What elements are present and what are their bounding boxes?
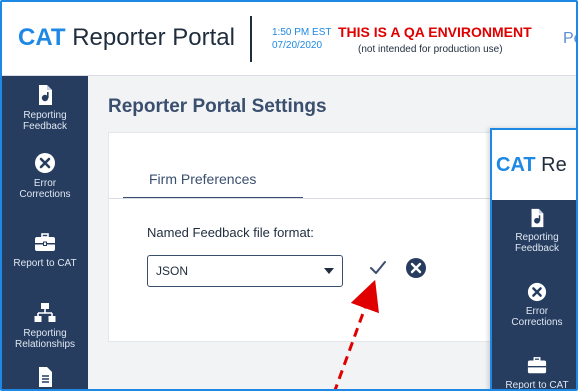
brand-suffix: Reporter Portal [65,24,235,51]
sidebar-item-label: Reporting [23,328,67,339]
top-header: CAT Reporter Portal 1:50 PM EST 07/20/20… [2,2,576,76]
sidebar-item-label: Relationships [14,339,76,350]
sidebar-item-label: Reporting [23,110,67,121]
cancel-x-icon[interactable] [405,257,427,279]
overlay-item-label: Reporting [515,232,559,243]
tab-firm-preferences[interactable]: Firm Preferences [123,161,303,199]
overlay-item-error-corrections[interactable]: Error Corrections [492,282,576,328]
confirm-check-icon[interactable] [367,257,389,279]
brand-cat: CAT [18,24,66,51]
overlay-brand-cat: CAT [496,154,536,176]
overlay-window: CAT Re Reporting Feedback Error Correcti [490,128,576,391]
overlay-brand-suffix: Re [535,154,567,176]
qa-warning: THIS IS A QA ENVIRONMENT [338,24,532,40]
app-title: CAT Reporter Portal [18,24,235,52]
sidebar: Reporting Feedback Error Corrections Rep… [2,76,88,389]
sidebar-item-reporting-relationships[interactable]: Reporting Relationships [2,302,88,350]
hierarchy-icon [34,303,56,322]
document-icon [531,208,544,228]
overlay-sidebar: Reporting Feedback Error Corrections Rep… [492,200,576,391]
document-icon [39,85,52,105]
tab-label: Firm Preferences [149,171,257,187]
sidebar-item-label: Corrections [19,189,71,200]
error-x-icon [527,282,547,302]
datetime: 1:50 PM EST 07/20/2020 [272,26,331,52]
time-text: 1:50 PM EST [272,27,332,38]
overlay-item-label: Report to CAT [505,380,569,391]
sidebar-item-label: Error [33,178,57,189]
sidebar-item-label: Feedback [23,121,67,132]
briefcase-icon [527,357,547,374]
date-text: 07/20/2020 [272,40,323,51]
chevron-down-icon [324,268,334,274]
sidebar-item-more[interactable] [2,366,88,389]
briefcase-icon [35,233,55,251]
overlay-item-label: Error [525,306,549,317]
overlay-app-title: CAT Re [496,154,567,177]
sidebar-item-report-to-cat[interactable]: Report to CAT [2,232,88,269]
overlay-item-label: Corrections [511,317,563,328]
feedback-format-select[interactable]: JSON [147,255,343,287]
overlay-item-report-to-cat[interactable]: Report to CAT [492,356,576,391]
page-title: Reporter Portal Settings [108,96,327,117]
qa-subtitle: (not intended for production use) [358,44,503,55]
sidebar-item-label: Report to CAT [13,258,77,269]
overlay-item-reporting-feedback[interactable]: Reporting Feedback [492,208,576,254]
header-divider [250,16,252,62]
header-cut-text[interactable]: Pe [563,30,576,48]
sidebar-item-reporting-feedback[interactable]: Reporting Feedback [2,84,88,132]
overlay-item-label: Feedback [515,243,559,254]
feedback-format-label: Named Feedback file format: [147,225,314,240]
app-window: CAT Reporter Portal 1:50 PM EST 07/20/20… [0,0,578,391]
sidebar-item-error-corrections[interactable]: Error Corrections [2,152,88,200]
document-lines-icon [39,367,52,387]
select-value: JSON [156,264,189,278]
error-x-icon [35,153,55,173]
